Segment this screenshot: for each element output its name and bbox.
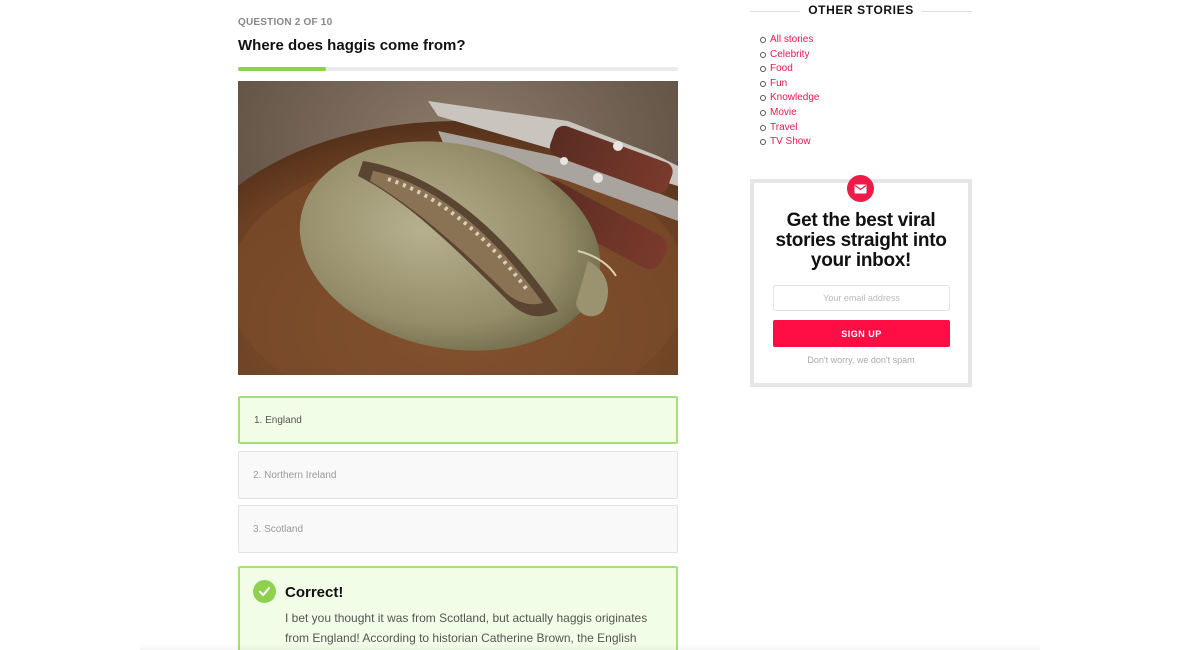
- question-title: Where does haggis come from?: [238, 37, 466, 54]
- haggis-photo: [238, 81, 678, 375]
- page-fade: [140, 644, 1040, 650]
- story-link-tv-show[interactable]: TV Show: [760, 135, 819, 150]
- no-spam-note: Don't worry, we don't spam: [807, 355, 915, 365]
- story-link-movie[interactable]: Movie: [760, 106, 819, 121]
- question-image: [238, 81, 678, 375]
- story-link-all-stories[interactable]: All stories: [760, 33, 819, 48]
- story-link-travel[interactable]: Travel: [760, 121, 819, 136]
- story-link-food[interactable]: Food: [760, 62, 819, 77]
- email-field[interactable]: [773, 285, 950, 311]
- envelope-icon: [847, 175, 874, 202]
- answer-result-panel: Correct! I bet you thought it was from S…: [238, 566, 678, 650]
- answer-option-label: 3. Scotland: [253, 523, 304, 535]
- newsletter-signup-box: Get the best viral stories straight into…: [750, 175, 972, 387]
- answer-option-1[interactable]: 1. England: [238, 396, 678, 444]
- question-counter: QUESTION 2 OF 10: [238, 17, 333, 28]
- sign-up-button[interactable]: SIGN UP: [773, 320, 950, 347]
- story-link-celebrity[interactable]: Celebrity: [760, 48, 819, 63]
- answer-option-label: 2. Northern Ireland: [253, 469, 337, 481]
- newsletter-title: Get the best viral stories straight into…: [775, 210, 947, 271]
- quiz-progress-fill: [238, 67, 326, 71]
- story-category-list: All stories Celebrity Food Fun Knowledge…: [760, 33, 819, 150]
- result-explanation: I bet you thought it was from Scotland, …: [285, 611, 648, 645]
- checkmark-icon: [253, 580, 276, 603]
- other-stories-header: OTHER STORIES: [750, 3, 972, 19]
- quiz-progress-bar: [238, 67, 678, 71]
- other-stories-heading: OTHER STORIES: [808, 3, 914, 17]
- result-title: Correct!: [285, 584, 344, 601]
- story-link-knowledge[interactable]: Knowledge: [760, 91, 819, 106]
- story-link-fun[interactable]: Fun: [760, 77, 819, 92]
- answer-option-3[interactable]: 3. Scotland: [238, 505, 678, 553]
- answer-option-label: 1. England: [254, 414, 302, 426]
- answer-option-2[interactable]: 2. Northern Ireland: [238, 451, 678, 499]
